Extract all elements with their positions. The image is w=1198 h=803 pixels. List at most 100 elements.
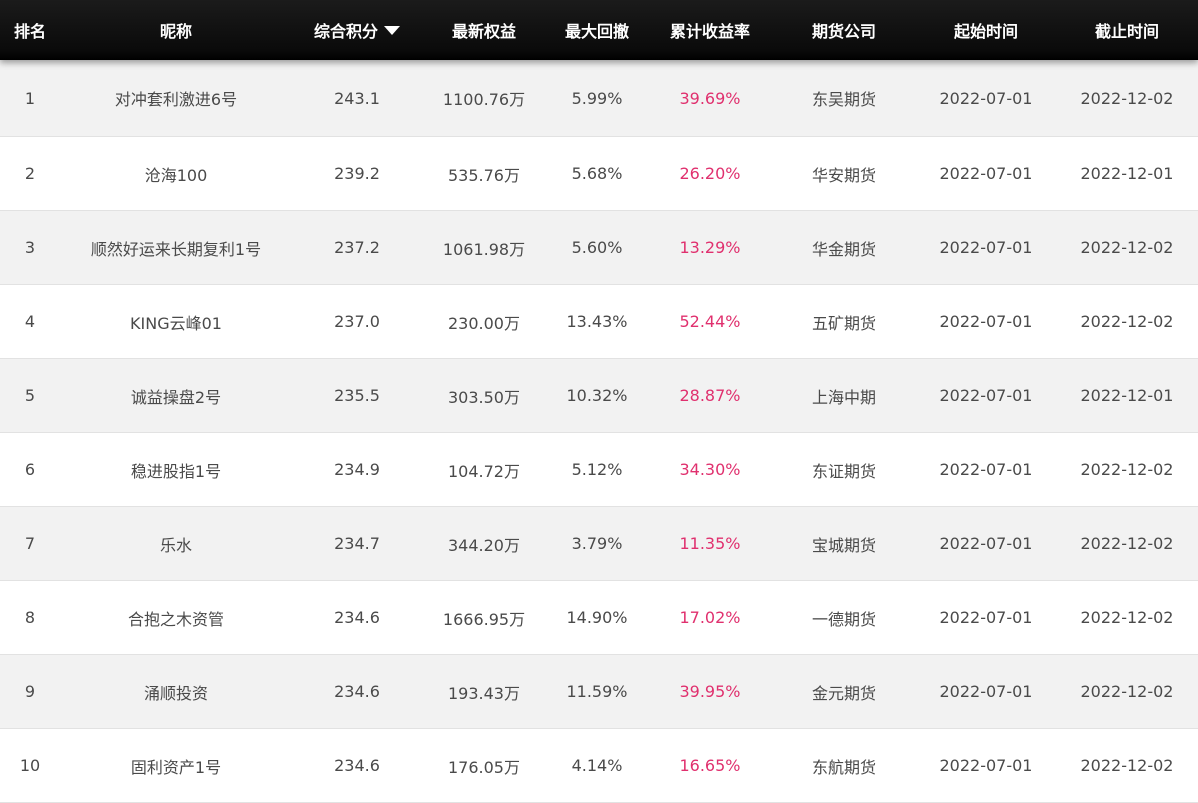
- cell-nickname: 固利资产1号: [130, 757, 222, 777]
- cell-rank: 10: [19, 756, 41, 775]
- cell-equity: 176.05万: [448, 757, 520, 777]
- cell-rank: 5: [24, 386, 36, 405]
- cell-rank: 7: [24, 534, 36, 553]
- cell-nickname: KING云峰01: [130, 313, 222, 333]
- cell-equity: 193.43万: [448, 683, 520, 703]
- cell-return: 34.30%: [679, 460, 741, 479]
- header-rank: 排名: [13, 22, 46, 41]
- cell-end-date: 2022-12-02: [1080, 682, 1174, 701]
- table-row: 8 合抱之木资管 234.6 1666.95万 14.90% 17.02% 一德期货 2022…: [0, 581, 1198, 655]
- cell-drawdown: 10.32%: [566, 386, 628, 405]
- cell-equity: 230.00万: [448, 313, 520, 333]
- cell-company: 东吴期货: [811, 90, 876, 109]
- cell-drawdown: 5.60%: [571, 238, 623, 257]
- cell-end-date: 2022-12-02: [1080, 88, 1174, 108]
- cell-score: 237.0: [334, 312, 380, 331]
- cell-end-date: 2022-12-02: [1080, 756, 1174, 775]
- header-return: 累计收益率: [669, 22, 750, 41]
- cell-rank: 6: [24, 460, 36, 479]
- cell-drawdown: 4.14%: [571, 756, 623, 775]
- cell-start-date: 2022-07-01: [939, 534, 1033, 553]
- cell-start-date: 2022-07-01: [939, 386, 1033, 405]
- table-row: 5 诚益操盘2号 235.5 303.50万 10.32% 28.87% 上海中期 2022-…: [0, 359, 1198, 433]
- cell-equity: 1100.76万: [442, 90, 526, 109]
- cell-rank: 2: [24, 164, 36, 183]
- cell-end-date: 2022-12-02: [1080, 534, 1174, 553]
- cell-company: 东航期货: [811, 757, 876, 777]
- cell-company: 宝城期货: [811, 535, 876, 555]
- cell-company: 东证期货: [811, 461, 876, 481]
- caret-down-icon[interactable]: [384, 25, 400, 35]
- cell-rank: 1: [24, 88, 36, 108]
- cell-end-date: 2022-12-02: [1080, 608, 1174, 627]
- header-company: 期货公司: [811, 22, 876, 41]
- cell-drawdown: 5.68%: [571, 164, 623, 183]
- cell-start-date: 2022-07-01: [939, 682, 1033, 701]
- cell-start-date: 2022-07-01: [939, 238, 1033, 257]
- cell-drawdown: 5.99%: [571, 88, 623, 108]
- cell-nickname: 诚益操盘2号: [130, 387, 222, 407]
- cell-score: 239.2: [334, 164, 380, 183]
- cell-company: 华金期货: [811, 239, 876, 259]
- header-start: 起始时间: [953, 22, 1018, 41]
- cell-score: 237.2: [334, 238, 380, 257]
- table-row: 2 沧海100 239.2 535.76万 5.68% 26.20% 华安期货 2022-07…: [0, 137, 1198, 211]
- cell-nickname: 合抱之木资管: [127, 609, 224, 629]
- cell-equity: 535.76万: [448, 165, 520, 185]
- cell-return: 52.44%: [679, 312, 741, 331]
- cell-equity: 104.72万: [448, 461, 520, 481]
- cell-rank: 8: [24, 608, 36, 627]
- cell-end-date: 2022-12-02: [1080, 460, 1174, 479]
- header-score-sort-button[interactable]: 综合积分: [292, 18, 422, 42]
- cell-score: 234.6: [334, 682, 380, 701]
- table-row: 3 顺然好运来长期复利1号 237.2 1061.98万 5.60% 13.29% 华金期货…: [0, 211, 1198, 285]
- cell-end-date: 2022-12-01: [1080, 164, 1174, 183]
- cell-start-date: 2022-07-01: [939, 312, 1033, 331]
- cell-nickname: 对冲套利激进6号: [114, 90, 238, 109]
- header-drawdown: 最大回撤: [564, 22, 629, 41]
- cell-start-date: 2022-07-01: [939, 460, 1033, 479]
- header-equity: 最新权益: [451, 22, 516, 41]
- cell-company: 五矿期货: [811, 313, 876, 333]
- cell-score: 234.6: [334, 608, 380, 627]
- cell-score: 234.7: [334, 534, 380, 553]
- cell-return: 17.02%: [679, 608, 741, 627]
- cell-drawdown: 13.43%: [566, 312, 628, 331]
- cell-return: 13.29%: [679, 238, 741, 257]
- cell-equity: 344.20万: [448, 535, 520, 555]
- table-row: 1 对冲套利激进6号 243.1 1100.76万 5.99% 39.69% 东吴期货 202…: [0, 60, 1198, 137]
- table-body: 1 对冲套利激进6号 243.1 1100.76万 5.99% 39.69% 东吴期货 202…: [0, 60, 1198, 803]
- cell-company: 华安期货: [811, 165, 876, 185]
- cell-return: 28.87%: [679, 386, 741, 405]
- cell-return: 26.20%: [679, 164, 741, 183]
- header-end: 截止时间: [1094, 22, 1159, 41]
- cell-drawdown: 11.59%: [566, 682, 628, 701]
- cell-return: 11.35%: [679, 534, 741, 553]
- cell-return: 39.95%: [679, 682, 741, 701]
- cell-nickname: 沧海100: [144, 165, 208, 185]
- ranking-table: 排名 昵称 综合积分 最新权益 最大回撤 累计收益率 期货公司 起始时间 截止时…: [0, 0, 1198, 803]
- table-row: 6 稳进股指1号 234.9 104.72万 5.12% 34.30% 东证期货 2022-0…: [0, 433, 1198, 507]
- cell-start-date: 2022-07-01: [939, 88, 1033, 108]
- cell-start-date: 2022-07-01: [939, 756, 1033, 775]
- table-header: 排名 昵称 综合积分 最新权益 最大回撤 累计收益率 期货公司 起始时间 截止时…: [0, 0, 1198, 60]
- cell-start-date: 2022-07-01: [939, 608, 1033, 627]
- cell-nickname: 顺然好运来长期复利1号: [90, 239, 262, 259]
- cell-score: 234.6: [334, 756, 380, 775]
- table-row: 10 固利资产1号 234.6 176.05万 4.14% 16.65% 东航期货 2022-…: [0, 729, 1198, 803]
- cell-company: 一德期货: [811, 609, 876, 629]
- cell-drawdown: 5.12%: [571, 460, 623, 479]
- cell-rank: 3: [24, 238, 36, 257]
- header-nickname: 昵称: [159, 22, 192, 41]
- cell-drawdown: 3.79%: [571, 534, 623, 553]
- cell-end-date: 2022-12-01: [1080, 386, 1174, 405]
- cell-start-date: 2022-07-01: [939, 164, 1033, 183]
- table-row: 4 KING云峰01 237.0 230.00万 13.43% 52.44% 五矿期货 202…: [0, 285, 1198, 359]
- cell-nickname: 稳进股指1号: [130, 461, 222, 481]
- cell-rank: 9: [24, 682, 36, 701]
- cell-return: 39.69%: [679, 88, 741, 108]
- cell-score: 243.1: [334, 88, 380, 108]
- cell-equity: 303.50万: [448, 387, 520, 407]
- cell-equity: 1061.98万: [442, 239, 526, 259]
- cell-score: 234.9: [334, 460, 380, 479]
